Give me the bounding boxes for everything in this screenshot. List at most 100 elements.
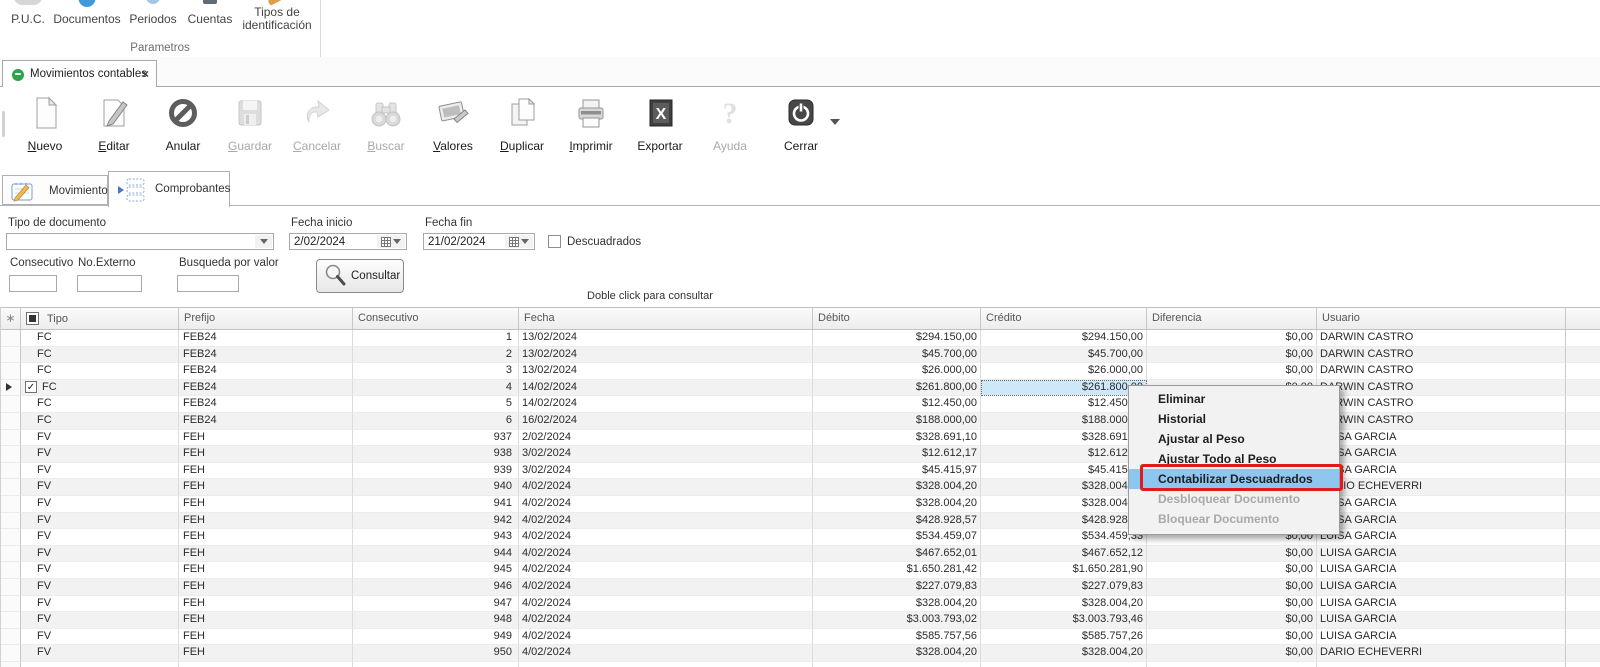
table-row[interactable]: FVFEH9383/02/2024$12.612,17$12.612,17$0,… [1, 446, 1600, 463]
table-row[interactable] [1, 662, 1600, 667]
table-row[interactable]: FVFEH9494/02/2024$585.757,56$585.757,26$… [1, 629, 1600, 646]
table-row[interactable]: FVFEH9424/02/2024$428.928,57$428.928,57$… [1, 513, 1600, 530]
cell-credito[interactable]: $45.700,00 [981, 347, 1147, 364]
calendar-dropdown-icon[interactable] [505, 235, 533, 248]
row-selector-cell[interactable] [1, 496, 21, 513]
toolbar-button-editar[interactable]: Editar [85, 93, 143, 165]
toolbar-button-valores[interactable]: Valores [424, 93, 482, 165]
cell-credito[interactable]: $428.928,57 [981, 513, 1147, 530]
cell-usuario[interactable]: LUISA GARCIA [1317, 430, 1566, 447]
cell-fecha[interactable]: 4/02/2024 [519, 479, 813, 496]
cell-usuario[interactable]: LUISA GARCIA [1317, 629, 1566, 646]
descuadrados-checkbox[interactable] [548, 235, 561, 248]
table-row[interactable]: FCFEB24213/02/2024$45.700,00$45.700,00$0… [1, 347, 1600, 364]
menu-item-contabilizar-descuadrados[interactable]: Contabilizar Descuadrados [1129, 469, 1339, 489]
table-row[interactable]: FVFEH9484/02/2024$3.003.793,02$3.003.793… [1, 612, 1600, 629]
row-selector-cell[interactable] [1, 446, 21, 463]
cell-debito[interactable]: $45.700,00 [813, 347, 981, 364]
cell-tipo[interactable]: FV [21, 463, 179, 480]
fecha-fin-input[interactable]: 21/02/2024 [423, 233, 535, 250]
row-selector-cell[interactable] [1, 612, 21, 629]
menu-item-eliminar[interactable]: Eliminar [1129, 389, 1339, 409]
cell-usuario[interactable]: LUISA GARCIA [1317, 546, 1566, 563]
cell-prefijo[interactable]: FEH [179, 645, 353, 662]
cell-tipo[interactable]: FC [21, 413, 179, 430]
cell-credito[interactable]: $294.150,00 [981, 330, 1147, 347]
cell-diferencia[interactable]: $0,00 [1147, 645, 1317, 662]
cell-debito[interactable]: $227.079,83 [813, 579, 981, 596]
toolbar-button-cerrar[interactable]: Cerrar [772, 93, 830, 165]
cell-tipo[interactable]: FV [21, 645, 179, 662]
cell-usuario[interactable]: LUISA GARCIA [1317, 612, 1566, 629]
cell-prefijo[interactable]: FEH [179, 463, 353, 480]
cell-tipo[interactable]: FV [21, 430, 179, 447]
cell-prefijo[interactable]: FEH [179, 612, 353, 629]
cell-usuario[interactable]: DARIO ECHEVERRI [1317, 479, 1566, 496]
cell-debito[interactable]: $261.800,00 [813, 380, 981, 397]
cell-tipo[interactable]: FV [21, 546, 179, 563]
consecutivo-input[interactable] [9, 275, 57, 292]
table-row[interactable]: FVFEH9464/02/2024$227.079,83$227.079,83$… [1, 579, 1600, 596]
table-row[interactable]: FVFEH9434/02/2024$534.459,07$534.459,33$… [1, 529, 1600, 546]
column-header-diferencia[interactable]: Diferencia [1147, 308, 1317, 329]
cell-usuario[interactable]: LUISA GARCIA [1317, 463, 1566, 480]
table-row[interactable]: ✓FCFEB24414/02/2024$261.800,00$261.800,0… [1, 380, 1600, 397]
row-selector-cell[interactable] [1, 463, 21, 480]
cell-prefijo[interactable]: FEB24 [179, 413, 353, 430]
cell-fecha[interactable]: 4/02/2024 [519, 645, 813, 662]
cell-credito[interactable]: $1.650.281,90 [981, 562, 1147, 579]
ribbon-item-p-u-c[interactable]: P.U.C. [6, 0, 50, 44]
cell-credito[interactable]: $227.079,83 [981, 579, 1147, 596]
cell-usuario[interactable]: LUISA GARCIA [1317, 579, 1566, 596]
row-selector-cell[interactable] [1, 662, 21, 667]
cell-tipo[interactable]: FV [21, 562, 179, 579]
cell-debito[interactable]: $45.415,97 [813, 463, 981, 480]
toolbar-button-exportar[interactable]: XExportar [631, 93, 689, 165]
cell-consecutivo[interactable]: 938 [353, 446, 519, 463]
table-row[interactable]: FVFEH9474/02/2024$328.004,20$328.004,20$… [1, 596, 1600, 613]
table-row[interactable]: FCFEB24514/02/2024$12.450,00$12.450,00$0… [1, 396, 1600, 413]
cell-tipo[interactable]: ✓FC [21, 380, 179, 397]
cell-debito[interactable]: $328.004,20 [813, 596, 981, 613]
column-header-fecha[interactable]: Fecha [519, 308, 813, 329]
cell-usuario[interactable]: LUISA GARCIA [1317, 562, 1566, 579]
toolbar-button-imprimir[interactable]: Imprimir [562, 93, 620, 165]
cell-tipo[interactable]: FC [21, 396, 179, 413]
cell-prefijo[interactable]: FEH [179, 629, 353, 646]
cell-prefijo[interactable]: FEH [179, 446, 353, 463]
cell-prefijo[interactable]: FEH [179, 579, 353, 596]
row-selector-cell[interactable] [1, 596, 21, 613]
cell-debito[interactable]: $1.650.281,42 [813, 562, 981, 579]
cell-debito[interactable]: $428.928,57 [813, 513, 981, 530]
table-row[interactable]: FVFEH9444/02/2024$467.652,01$467.652,12$… [1, 546, 1600, 563]
cell-prefijo[interactable]: FEB24 [179, 347, 353, 364]
cell-consecutivo[interactable]: 950 [353, 645, 519, 662]
row-selector-cell[interactable] [1, 396, 21, 413]
cell-diferencia[interactable]: $0,00 [1147, 612, 1317, 629]
cell-consecutivo[interactable]: 943 [353, 529, 519, 546]
cell-tipo[interactable]: FV [21, 629, 179, 646]
toolbar-button-nuevo[interactable]: Nuevo [16, 93, 74, 165]
cell-credito[interactable]: $328.004,20 [981, 645, 1147, 662]
cell-diferencia[interactable]: $0,00 [1147, 629, 1317, 646]
cell-debito[interactable] [813, 662, 981, 667]
cell-prefijo[interactable]: FEH [179, 562, 353, 579]
cell-consecutivo[interactable]: 940 [353, 479, 519, 496]
cell-tipo[interactable]: FV [21, 496, 179, 513]
cell-tipo[interactable]: FV [21, 513, 179, 530]
cell-fecha[interactable]: 4/02/2024 [519, 496, 813, 513]
subtab-movimientos[interactable]: Movimientos [2, 175, 108, 205]
table-row[interactable]: FVFEH9414/02/2024$328.004,20$328.004,20$… [1, 496, 1600, 513]
subtab-comprobantes[interactable]: Comprobantes [108, 171, 230, 207]
cell-consecutivo[interactable]: 942 [353, 513, 519, 530]
cell-fecha[interactable]: 4/02/2024 [519, 529, 813, 546]
cell-consecutivo[interactable]: 1 [353, 330, 519, 347]
table-row[interactable]: FVFEH9454/02/2024$1.650.281,42$1.650.281… [1, 562, 1600, 579]
cell-usuario[interactable]: DARWIN CASTRO [1317, 330, 1566, 347]
cell-credito[interactable]: $12.612,17 [981, 446, 1147, 463]
cell-credito[interactable]: $328.004,20 [981, 479, 1147, 496]
tipo-documento-select[interactable] [6, 233, 274, 250]
cell-fecha[interactable]: 3/02/2024 [519, 446, 813, 463]
cell-fecha[interactable]: 13/02/2024 [519, 363, 813, 380]
row-selector-cell[interactable] [1, 347, 21, 364]
